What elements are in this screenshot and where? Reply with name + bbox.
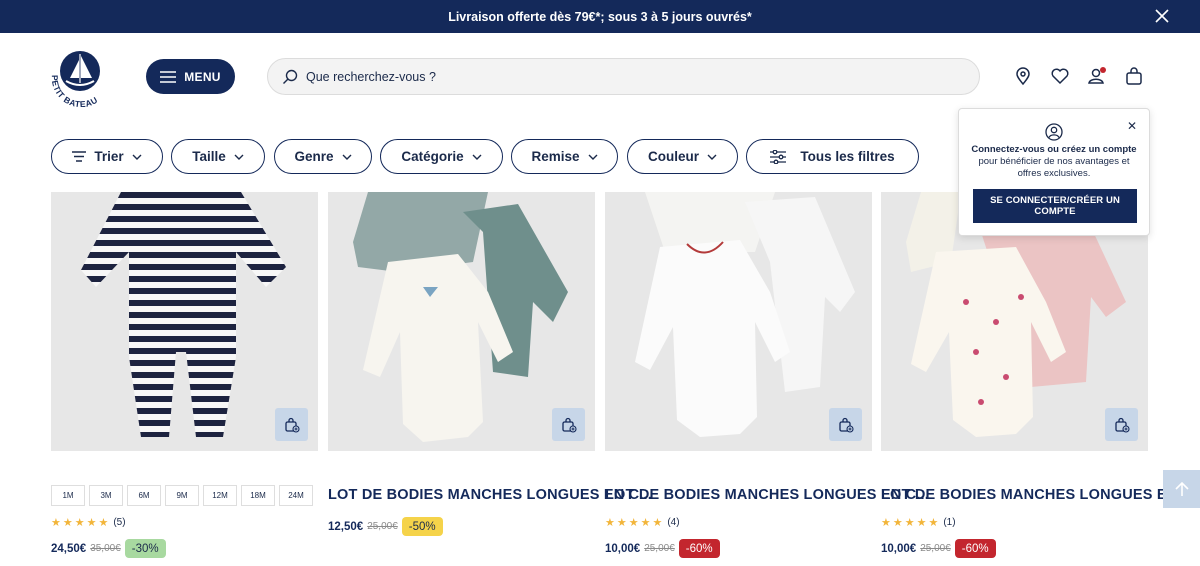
chevron-down-icon — [472, 154, 482, 160]
size-option[interactable]: 18M — [241, 485, 275, 506]
review-count: (4) — [667, 517, 680, 528]
discount-badge: -60% — [678, 539, 720, 558]
sort-lines-icon — [72, 151, 87, 162]
current-price: 12,50€ — [328, 520, 364, 533]
filter-color-button[interactable]: Couleur — [627, 139, 738, 174]
promo-bar: Livraison offerte dès 79€*; sous 3 à 5 j… — [0, 0, 1200, 33]
back-to-top-button[interactable] — [1163, 470, 1200, 508]
login-popup-text: Connectez-vous ou créez un compte pour b… — [969, 144, 1139, 180]
login-create-account-button[interactable]: SE CONNECTER/CRÉER UN COMPTE — [973, 189, 1137, 223]
product-rating: ★★★★★ (5) — [51, 516, 126, 529]
cart-bag-icon[interactable] — [1124, 66, 1144, 86]
filter-discount-button[interactable]: Remise — [511, 139, 618, 174]
login-popup: ✕ Connectez-vous ou créez un compte pour… — [958, 108, 1150, 236]
menu-label: MENU — [184, 69, 221, 84]
size-option[interactable]: 1M — [51, 485, 85, 506]
product-image[interactable] — [328, 192, 595, 451]
close-icon[interactable]: ✕ — [1127, 119, 1137, 133]
product-image[interactable] — [51, 192, 318, 451]
size-option[interactable]: 6M — [127, 485, 161, 506]
chevron-down-icon — [588, 154, 598, 160]
filter-size-button[interactable]: Taille — [171, 139, 265, 174]
product-rating: ★★★★★ (1) — [881, 516, 956, 529]
star-rating-icon: ★★★★★ — [51, 517, 111, 529]
product-price: 24,50€ 35,00€ -30% — [51, 539, 166, 558]
original-price: 25,00€ — [920, 543, 951, 554]
bag-plus-icon — [1114, 417, 1130, 433]
filter-label: Couleur — [647, 149, 699, 164]
chevron-down-icon — [132, 154, 142, 160]
chevron-down-icon — [234, 154, 244, 160]
hamburger-icon — [160, 70, 177, 83]
sliders-icon — [770, 149, 787, 164]
bag-plus-icon — [561, 417, 577, 433]
filter-label: Remise — [531, 149, 580, 164]
user-circle-icon — [1045, 123, 1063, 141]
filter-label: Catégorie — [401, 149, 464, 164]
menu-button[interactable]: MENU — [146, 59, 235, 94]
all-filters-button[interactable]: Tous les filtres — [746, 139, 919, 174]
filter-label: Genre — [294, 149, 334, 164]
current-price: 10,00€ — [605, 542, 641, 555]
filter-gender-button[interactable]: Genre — [274, 139, 372, 174]
bag-plus-icon — [284, 417, 300, 433]
original-price: 25,00€ — [367, 521, 398, 532]
wishlist-heart-icon[interactable] — [1050, 66, 1070, 86]
store-locator-icon[interactable] — [1013, 66, 1033, 86]
search-input[interactable]: Que recherchez-vous ? — [267, 58, 980, 95]
filter-sort-button[interactable]: Trier — [51, 139, 163, 174]
product-price: 10,00€ 25,00€ -60% — [881, 539, 996, 558]
product-price: 10,00€ 25,00€ -60% — [605, 539, 720, 558]
size-option[interactable]: 3M — [89, 485, 123, 506]
login-popup-bold: Connectez-vous ou créez un compte — [971, 144, 1137, 155]
login-popup-rest: pour bénéficier de nos avantages et offr… — [978, 156, 1130, 179]
size-option[interactable]: 12M — [203, 485, 237, 506]
filter-category-button[interactable]: Catégorie — [380, 139, 503, 174]
close-icon[interactable] — [1154, 8, 1170, 24]
add-to-cart-button[interactable] — [829, 408, 862, 441]
discount-badge: -60% — [954, 539, 996, 558]
current-price: 10,00€ — [881, 542, 917, 555]
chevron-down-icon — [342, 154, 352, 160]
add-to-cart-button[interactable] — [1105, 408, 1138, 441]
product-rating: ★★★★★ (4) — [605, 516, 680, 529]
star-rating-icon: ★★★★★ — [605, 517, 665, 529]
search-icon — [283, 69, 298, 84]
search-placeholder: Que recherchez-vous ? — [306, 69, 436, 84]
original-price: 35,00€ — [90, 543, 121, 554]
size-option[interactable]: 9M — [165, 485, 199, 506]
product-title[interactable]: LOT DE BODIES MANCHES LONGUES EN C... — [328, 487, 652, 503]
filter-label: Trier — [94, 149, 124, 164]
review-count: (1) — [943, 517, 956, 528]
add-to-cart-button[interactable] — [275, 408, 308, 441]
bag-plus-icon — [838, 417, 854, 433]
petit-bateau-logo[interactable]: PETIT BATEAU — [48, 45, 116, 107]
arrow-up-icon — [1174, 481, 1189, 496]
size-option[interactable]: 24M — [279, 485, 313, 506]
review-count: (5) — [113, 517, 126, 528]
star-rating-icon: ★★★★★ — [881, 517, 941, 529]
filter-label: Taille — [192, 149, 226, 164]
product-image[interactable] — [605, 192, 872, 451]
discount-badge: -50% — [401, 517, 443, 536]
product-title[interactable]: LOT DE BODIES MANCHES LONGUES EN C... — [881, 487, 1200, 503]
current-price: 24,50€ — [51, 542, 87, 555]
filter-label: Tous les filtres — [800, 149, 895, 164]
account-icon[interactable] — [1087, 66, 1107, 86]
size-selector: 1M 3M 6M 9M 12M 18M 24M — [51, 485, 313, 506]
discount-badge: -30% — [124, 539, 166, 558]
add-to-cart-button[interactable] — [552, 408, 585, 441]
promo-text: Livraison offerte dès 79€*; sous 3 à 5 j… — [448, 9, 752, 24]
product-price: 12,50€ 25,00€ -50% — [328, 517, 443, 536]
chevron-down-icon — [707, 154, 717, 160]
original-price: 25,00€ — [644, 543, 675, 554]
